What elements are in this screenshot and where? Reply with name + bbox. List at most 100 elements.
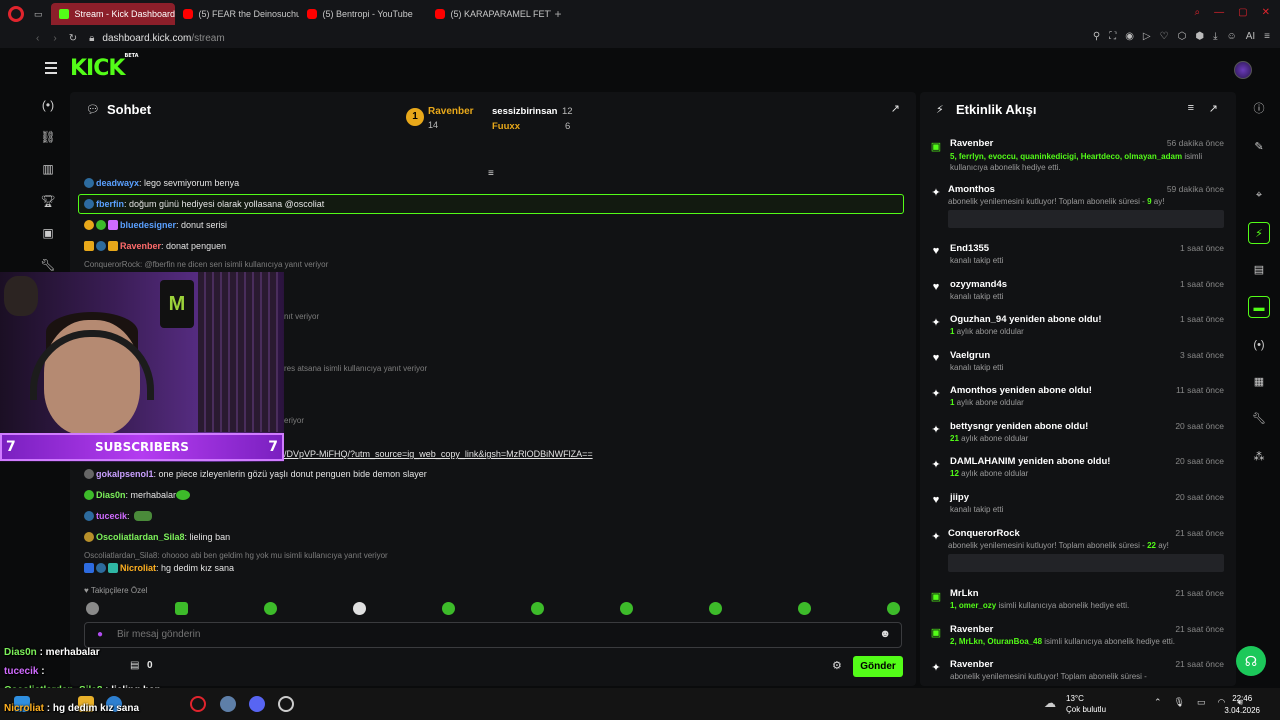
reload-icon[interactable]: ↻	[69, 33, 77, 44]
resub-message-box	[948, 210, 1224, 228]
emote-icon[interactable]	[887, 602, 900, 615]
trophy-icon[interactable]: 🏆︎	[38, 194, 58, 214]
chat-message: bluedesigner: donut serisi	[84, 220, 227, 230]
share-icon[interactable]: ⁂	[1248, 446, 1270, 468]
info-icon[interactable]: ⓘ	[1248, 98, 1270, 120]
steam-icon[interactable]	[220, 696, 236, 712]
emoji-icon[interactable]: ☻	[879, 628, 891, 640]
popout-icon[interactable]: ↗	[891, 102, 900, 115]
party-icon: ✦	[931, 187, 941, 199]
back-icon[interactable]: ‹	[36, 33, 39, 44]
opera-taskbar-icon[interactable]	[190, 696, 206, 712]
live-icon[interactable]: (•)	[38, 98, 58, 118]
emote-icon[interactable]	[709, 602, 722, 615]
play-icon[interactable]: ▷	[1143, 31, 1151, 42]
new-tab-icon[interactable]: +	[555, 7, 562, 21]
kick-logo[interactable]: KICKBETA	[70, 53, 139, 81]
browser-tab-bar: ▭ Stream - Kick Dashboard (5) FEAR the D…	[0, 0, 1280, 28]
link-icon[interactable]: ⛓	[38, 130, 58, 150]
weather-widget[interactable]: 13°C Çok bulutlu	[1066, 693, 1106, 715]
discord-icon[interactable]	[249, 696, 265, 712]
reply-indicator: Oscoliatlardan_Sila8: ohoooo abi ben gel…	[84, 551, 388, 560]
chat-message: Ravenber: donat penguen	[84, 241, 226, 251]
monitor-icon[interactable]: ▭	[1197, 697, 1206, 708]
tab-kick-dashboard[interactable]: Stream - Kick Dashboard	[50, 3, 175, 25]
emote-icon[interactable]	[531, 602, 544, 615]
obs-icon[interactable]	[278, 696, 294, 712]
layers-icon[interactable]: ▦	[1248, 371, 1270, 393]
mic-tray-icon[interactable]: 🎙︎	[1174, 697, 1185, 708]
pencil-icon[interactable]: ✎	[1248, 136, 1270, 158]
subscribers-bar: 7 SUBSCRIBERS 7	[0, 433, 284, 461]
mic-icon[interactable]: ●	[97, 629, 103, 640]
filter-icon[interactable]: ≡	[1188, 102, 1194, 114]
ai-button[interactable]: AI	[1246, 31, 1255, 42]
emote-icon[interactable]	[442, 602, 455, 615]
clock[interactable]: 22:46 3.04.2026	[1224, 693, 1260, 717]
broadcast-icon[interactable]: (•)	[1248, 334, 1270, 356]
help-chat-icon[interactable]: ☊	[1236, 646, 1266, 676]
sparkle-icon: ✦	[931, 388, 941, 400]
popout-icon[interactable]: ↗	[1209, 102, 1218, 115]
subs-label: SUBSCRIBERS	[95, 440, 189, 454]
download-icon[interactable]: ⤓	[1213, 31, 1217, 42]
workspaces-icon[interactable]: ▭	[34, 9, 43, 20]
extensions-icon[interactable]: ⬡	[1178, 31, 1187, 42]
tab-youtube-1[interactable]: (5) FEAR the Deinosuchus	[175, 3, 299, 25]
chat-message: Dias0n: merhabalar	[84, 490, 192, 500]
pin-icon[interactable]: ⚲	[1093, 31, 1100, 42]
forward-icon[interactable]: ›	[53, 33, 56, 44]
lightning-icon[interactable]: ⚡︎	[1248, 222, 1270, 244]
monster-can-icon: M	[160, 280, 194, 328]
skull-decoration	[4, 276, 38, 316]
sparkle-icon: ✦	[931, 317, 941, 329]
search-tabs-icon[interactable]: ⌕	[1195, 7, 1201, 18]
emote-icon[interactable]	[798, 602, 811, 615]
kick-header: KICKBETA	[0, 48, 1280, 90]
chat-link[interactable]: /DVpVP-MiFHQ/?utm_source=ig_web_copy_lin…	[284, 449, 593, 459]
hamburger-menu-icon[interactable]	[45, 62, 57, 77]
heart-icon[interactable]: ♡	[1160, 31, 1169, 42]
points-count: 0	[147, 660, 153, 671]
maximize-icon[interactable]: ▢	[1238, 7, 1247, 18]
reply-indicator: nıt veriyor	[284, 312, 320, 321]
user-avatar[interactable]	[1234, 61, 1252, 79]
emote-icon[interactable]	[86, 602, 99, 615]
camera-icon[interactable]: ◉	[1125, 31, 1134, 42]
gift-icon: ▣	[930, 627, 942, 639]
resub-message-box	[948, 554, 1224, 572]
send-button[interactable]: Gönder	[853, 656, 903, 677]
chat-message-input[interactable]	[117, 629, 817, 640]
tab-youtube-2[interactable]: (5) Bentropi - YouTube	[299, 3, 427, 25]
emote-icon[interactable]	[620, 602, 633, 615]
screenshot-icon[interactable]: ⛶	[1109, 31, 1116, 42]
wrench-icon[interactable]: 🔧︎	[1248, 408, 1270, 430]
windows-taskbar: ☁ 13°C Çok bulutlu ⌃ 🎙︎ ▭ ◠ 🔊︎ 22:46 3.04.…	[0, 688, 1280, 720]
chat-message: Oscoliatlardan_Sila8: lieling ban	[84, 532, 230, 542]
emote-icon[interactable]	[264, 602, 277, 615]
party-icon: ✦	[931, 662, 941, 674]
emote-icon[interactable]	[353, 602, 366, 615]
target-icon[interactable]: ⌖	[1248, 184, 1270, 206]
analytics-icon[interactable]: ▥	[38, 162, 58, 182]
heart-icon: ♥	[932, 352, 940, 364]
settings-gear-icon[interactable]: ⚙	[832, 659, 842, 672]
cube-icon[interactable]: ⬢	[1195, 31, 1204, 42]
close-icon[interactable]: ✕	[1262, 7, 1270, 18]
profile-icon[interactable]: ☺	[1226, 31, 1236, 42]
chat-icon[interactable]: ▬	[1248, 296, 1270, 318]
pinned-filter-icon[interactable]: ≡	[488, 168, 494, 179]
menu-icon[interactable]: ≡	[1264, 31, 1270, 42]
document-icon[interactable]: ▤	[1248, 259, 1270, 281]
tab-youtube-3[interactable]: (5) KARAPARAMEL FETTO	[427, 3, 551, 25]
chat-message: fberfin: doğum günü hediyesi olarak yoll…	[84, 199, 324, 209]
url-field[interactable]: dashboard.kick.com/stream	[102, 33, 224, 44]
opera-logo-icon[interactable]	[8, 6, 24, 22]
party-icon: ✦	[931, 531, 941, 543]
gift-icon: ▤	[130, 660, 140, 671]
chevron-up-icon[interactable]: ⌃	[1154, 697, 1162, 708]
chat-input-box[interactable]: ● ☻	[84, 622, 902, 648]
video-icon[interactable]: ▣	[38, 226, 58, 246]
minimize-icon[interactable]: —	[1214, 7, 1224, 18]
emote-icon[interactable]	[175, 602, 188, 615]
